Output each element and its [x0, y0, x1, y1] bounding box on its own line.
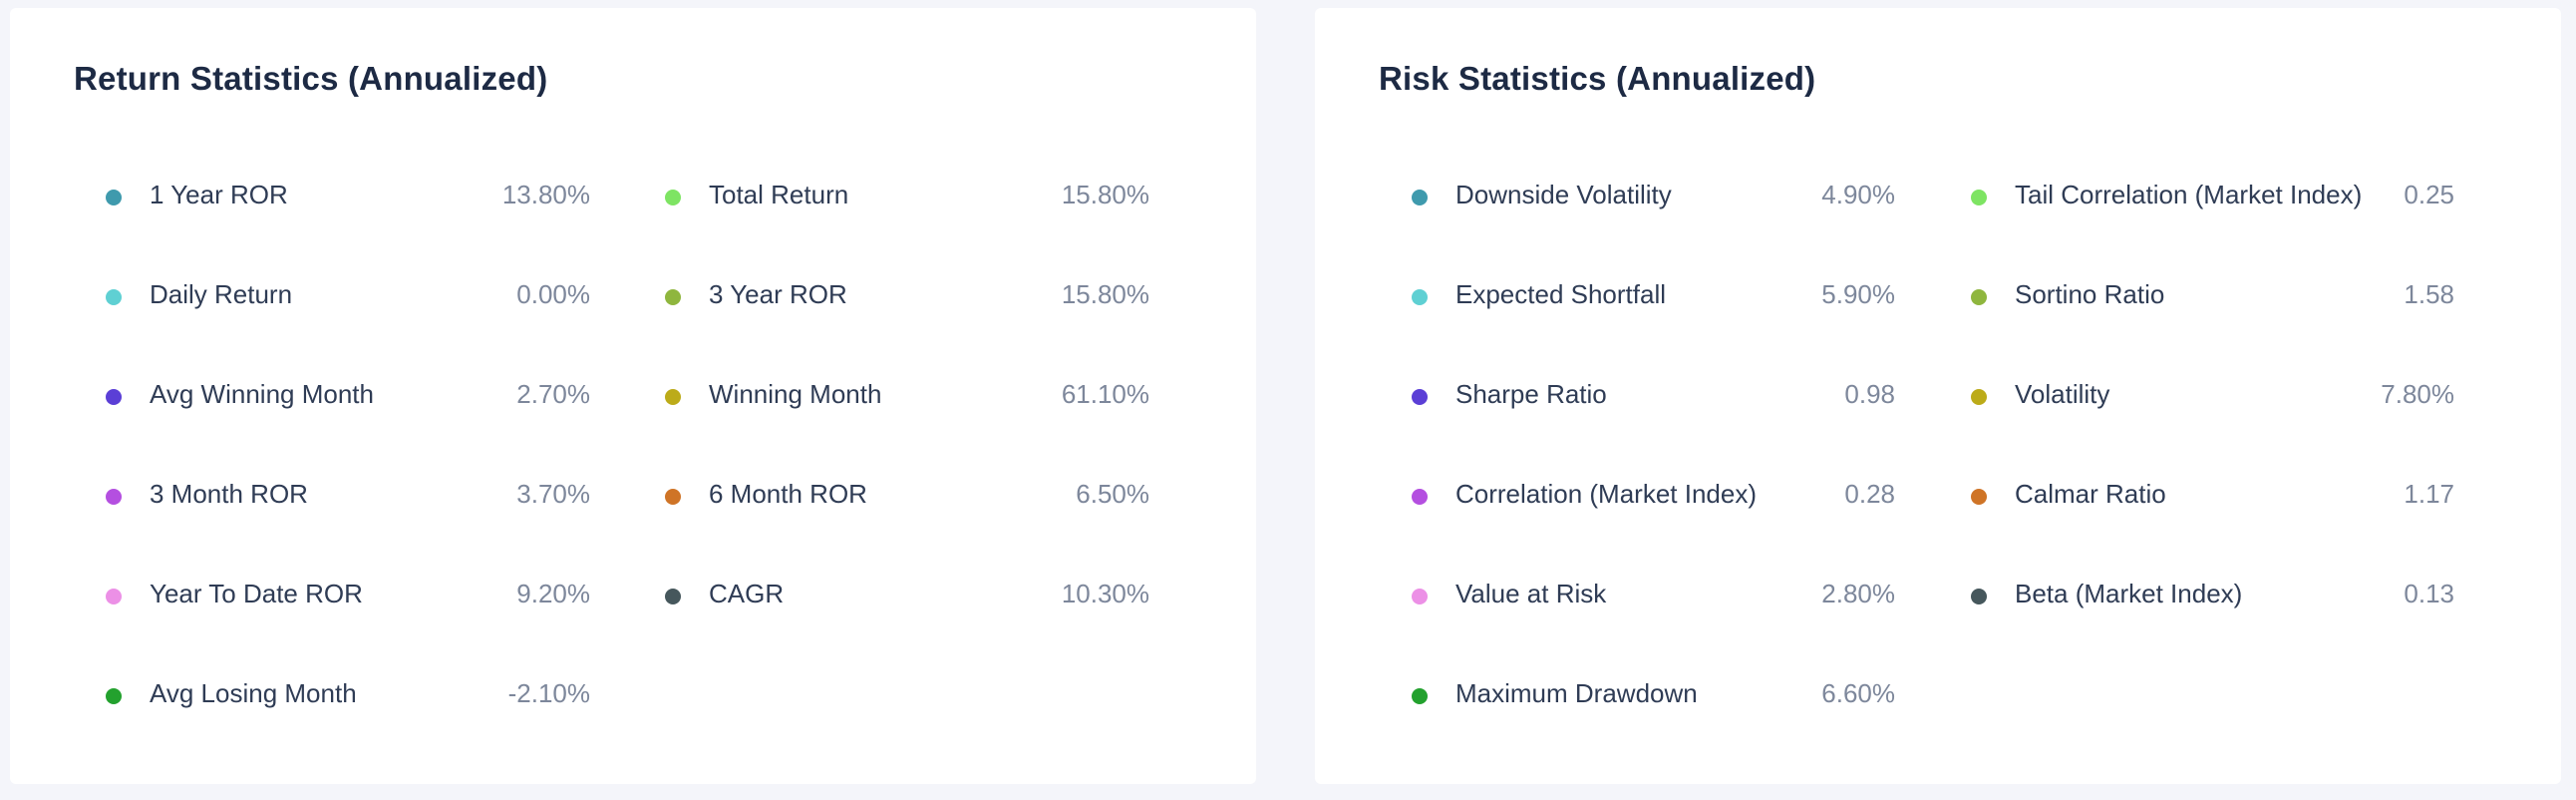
stat-value: 4.90%: [1821, 180, 1895, 209]
stat-row-avg-winning-month: Avg Winning Month 2.70%: [106, 347, 590, 447]
legend-dot: [1412, 489, 1428, 505]
stat-row-winning-month: Winning Month 61.10%: [665, 347, 1149, 447]
stat-label: 6 Month ROR: [709, 479, 867, 509]
stat-row-tail-correlation-market-index: Tail Correlation (Market Index) 0.25: [1971, 148, 2454, 247]
risk-stats-column-2: Tail Correlation (Market Index) 0.25 Sor…: [1971, 148, 2454, 646]
stat-row-avg-losing-month: Avg Losing Month -2.10%: [106, 646, 590, 746]
stat-value: 1.58: [2404, 279, 2454, 309]
stat-value: 7.80%: [2381, 379, 2454, 409]
stat-value: 5.90%: [1821, 279, 1895, 309]
stat-row-volatility: Volatility 7.80%: [1971, 347, 2454, 447]
stat-label: Avg Losing Month: [150, 678, 357, 708]
legend-dot: [1971, 489, 1987, 505]
legend-dot: [1971, 289, 1987, 305]
stat-label: Correlation (Market Index): [1455, 479, 1757, 509]
stat-row-3-month-ror: 3 Month ROR 3.70%: [106, 447, 590, 547]
legend-dot: [106, 589, 122, 604]
stat-value: 2.70%: [516, 379, 590, 409]
stat-value: 13.80%: [501, 180, 590, 209]
legend-dot: [106, 489, 122, 505]
legend-dot: [1412, 190, 1428, 205]
stat-row-calmar-ratio: Calmar Ratio 1.17: [1971, 447, 2454, 547]
stat-label: Expected Shortfall: [1455, 279, 1667, 309]
stat-value: 1.17: [2404, 479, 2454, 509]
stat-row-downside-volatility: Downside Volatility 4.90%: [1412, 148, 1895, 247]
stat-value: 61.10%: [1061, 379, 1149, 409]
stat-label: Value at Risk: [1455, 579, 1607, 608]
stat-value: 15.80%: [1061, 180, 1149, 209]
legend-dot: [665, 389, 681, 405]
stat-value: 0.28: [1844, 479, 1895, 509]
legend-dot: [1971, 389, 1987, 405]
stat-row-correlation-market-index: Correlation (Market Index) 0.28: [1412, 447, 1895, 547]
stat-label: Winning Month: [709, 379, 882, 409]
legend-dot: [1971, 589, 1987, 604]
legend-dot: [106, 289, 122, 305]
stat-value: 0.25: [2404, 180, 2454, 209]
risk-stats-column-1: Downside Volatility 4.90% Expected Short…: [1412, 148, 1895, 746]
stat-row-maximum-drawdown: Maximum Drawdown 6.60%: [1412, 646, 1895, 746]
legend-dot: [665, 289, 681, 305]
return-statistics-card: Return Statistics (Annualized) 1 Year RO…: [10, 8, 1256, 784]
legend-dot: [1412, 688, 1428, 704]
stat-label: Sharpe Ratio: [1455, 379, 1607, 409]
stat-row-6-month-ror: 6 Month ROR 6.50%: [665, 447, 1149, 547]
stat-label: Sortino Ratio: [2015, 279, 2165, 309]
legend-dot: [1971, 190, 1987, 205]
stat-label: Daily Return: [150, 279, 293, 309]
return-statistics-title: Return Statistics (Annualized): [74, 60, 548, 97]
stat-row-daily-return: Daily Return 0.00%: [106, 247, 590, 347]
risk-statistics-card: Risk Statistics (Annualized) Downside Vo…: [1315, 8, 2561, 784]
stat-value: 15.80%: [1061, 279, 1149, 309]
stat-value: 0.13: [2404, 579, 2454, 608]
stat-label: 1 Year ROR: [150, 180, 288, 209]
stat-value: 2.80%: [1821, 579, 1895, 608]
stat-row-value-at-risk: Value at Risk 2.80%: [1412, 547, 1895, 646]
legend-dot: [1412, 389, 1428, 405]
legend-dot: [106, 389, 122, 405]
stat-row-year-to-date-ror: Year To Date ROR 9.20%: [106, 547, 590, 646]
stat-row-total-return: Total Return 15.80%: [665, 148, 1149, 247]
legend-dot: [1412, 589, 1428, 604]
risk-statistics-title: Risk Statistics (Annualized): [1379, 60, 1816, 97]
legend-dot: [106, 688, 122, 704]
stat-label: Maximum Drawdown: [1455, 678, 1698, 708]
stat-row-1-year-ror: 1 Year ROR 13.80%: [106, 148, 590, 247]
legend-dot: [1412, 289, 1428, 305]
stat-label: 3 Month ROR: [150, 479, 308, 509]
stat-label: Year To Date ROR: [150, 579, 363, 608]
stat-label: CAGR: [709, 579, 785, 608]
stat-value: 0.00%: [516, 279, 590, 309]
stat-value: -2.10%: [507, 678, 590, 708]
stat-value: 6.60%: [1821, 678, 1895, 708]
stat-row-sortino-ratio: Sortino Ratio 1.58: [1971, 247, 2454, 347]
stat-row-3-year-ror: 3 Year ROR 15.80%: [665, 247, 1149, 347]
stat-value: 3.70%: [516, 479, 590, 509]
stat-value: 9.20%: [516, 579, 590, 608]
stat-label: Calmar Ratio: [2015, 479, 2166, 509]
legend-dot: [665, 489, 681, 505]
stat-label: Tail Correlation (Market Index): [2015, 180, 2363, 209]
stat-label: 3 Year ROR: [709, 279, 847, 309]
stat-label: Beta (Market Index): [2015, 579, 2243, 608]
stat-row-beta-market-index: Beta (Market Index) 0.13: [1971, 547, 2454, 646]
stat-label: Total Return: [709, 180, 849, 209]
stat-row-expected-shortfall: Expected Shortfall 5.90%: [1412, 247, 1895, 347]
return-stats-column-1: 1 Year ROR 13.80% Daily Return 0.00% Avg…: [106, 148, 590, 746]
stat-value: 6.50%: [1076, 479, 1149, 509]
stat-value: 10.30%: [1061, 579, 1149, 608]
return-stats-column-2: Total Return 15.80% 3 Year ROR 15.80% Wi…: [665, 148, 1149, 646]
stat-row-sharpe-ratio: Sharpe Ratio 0.98: [1412, 347, 1895, 447]
stat-row-cagr: CAGR 10.30%: [665, 547, 1149, 646]
legend-dot: [665, 190, 681, 205]
legend-dot: [665, 589, 681, 604]
legend-dot: [106, 190, 122, 205]
stat-value: 0.98: [1844, 379, 1895, 409]
stat-label: Avg Winning Month: [150, 379, 374, 409]
stat-label: Volatility: [2015, 379, 2110, 409]
stat-label: Downside Volatility: [1455, 180, 1672, 209]
